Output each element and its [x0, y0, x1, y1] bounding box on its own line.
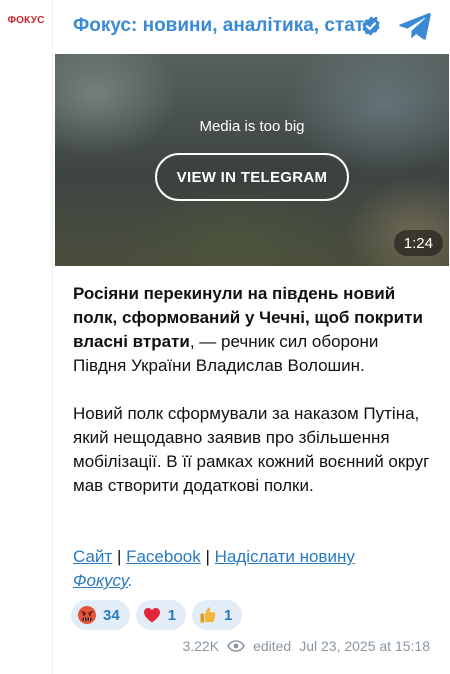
channel-title[interactable]: Фокус: новини, аналітика, статті — [73, 15, 379, 37]
message-paragraph-2: Новий полк сформували за наказом Путіна,… — [73, 404, 430, 495]
message-links: Сайт | Facebook | Надіслати новину Фокусу… — [73, 545, 433, 593]
video-duration-badge: 1:24 — [393, 230, 443, 256]
view-count: 3.22K — [182, 638, 220, 654]
reactions-bar: 34 1 1 — [71, 600, 243, 630]
message-footer: 3.22K edited Jul 23, 2025 at 15:18 — [182, 638, 430, 654]
submit-news-link[interactable]: Надіслати новину — [215, 547, 355, 566]
reaction-angry[interactable]: 34 — [71, 600, 130, 630]
site-link[interactable]: Сайт — [73, 547, 112, 566]
telegram-icon[interactable] — [399, 12, 431, 40]
channel-avatar[interactable]: ФОКУС — [0, 0, 52, 40]
links-end-period: . — [128, 571, 133, 590]
verified-badge-icon — [362, 16, 380, 36]
message-text: Росіяни перекинули на південь новий полк… — [73, 282, 433, 522]
eye-icon — [227, 640, 245, 652]
media-too-big-notice: Media is too big — [199, 118, 305, 135]
video-media[interactable]: Media is too big VIEW IN TELEGRAM 1:24 — [55, 54, 449, 266]
reaction-count: 34 — [103, 606, 120, 624]
red-heart-icon — [142, 605, 162, 625]
edited-label: edited — [253, 638, 292, 654]
reaction-count: 1 — [167, 606, 177, 624]
channel-avatar-logo: ФОКУС — [7, 14, 45, 26]
facebook-link[interactable]: Facebook — [126, 547, 201, 566]
link-separator: | — [112, 547, 127, 566]
reaction-count: 1 — [224, 606, 233, 624]
angry-face-icon — [77, 605, 97, 625]
reaction-heart[interactable]: 1 — [135, 600, 187, 630]
message-header: Фокус: новини, аналітика, статті — [53, 0, 450, 54]
message-card: Фокус: новини, аналітика, статті Media i… — [52, 0, 450, 674]
message-paragraph-1: Росіяни перекинули на південь новий полк… — [73, 282, 433, 378]
message-timestamp[interactable]: Jul 23, 2025 at 15:18 — [299, 638, 430, 654]
view-in-telegram-button[interactable]: VIEW IN TELEGRAM — [155, 153, 349, 201]
focus-link[interactable]: Фокусу — [73, 571, 128, 590]
thumbs-up-icon — [198, 605, 218, 625]
link-separator: | — [200, 547, 215, 566]
reaction-thumbs-up[interactable]: 1 — [192, 600, 243, 630]
